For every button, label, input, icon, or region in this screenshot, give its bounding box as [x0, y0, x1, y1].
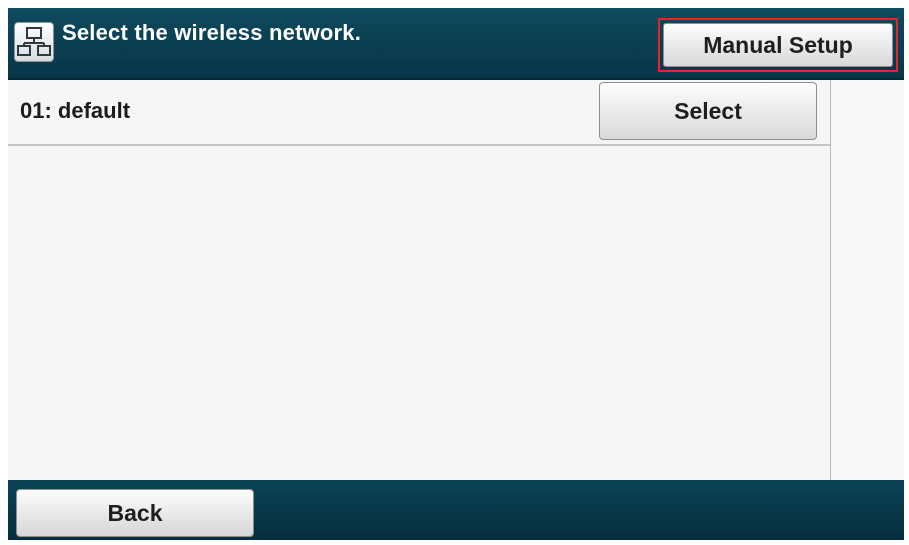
network-icon — [14, 22, 54, 62]
network-name: 01: default — [20, 98, 131, 123]
header-bar: Select the wireless network. Manual Setu… — [8, 8, 904, 80]
printer-panel-screen: Select the wireless network. Manual Setu… — [8, 8, 904, 540]
list-item: 01: default Select — [8, 80, 830, 146]
manual-setup-button[interactable]: Manual Setup — [663, 23, 893, 67]
select-button[interactable]: Select — [599, 82, 817, 140]
page-title: Select the wireless network. — [62, 20, 362, 45]
back-button[interactable]: Back — [16, 489, 254, 537]
manual-setup-highlight: Manual Setup — [658, 18, 898, 72]
scroll-area — [831, 80, 904, 480]
network-list: 01: default Select — [8, 80, 831, 480]
footer-bar: Back — [8, 480, 904, 540]
